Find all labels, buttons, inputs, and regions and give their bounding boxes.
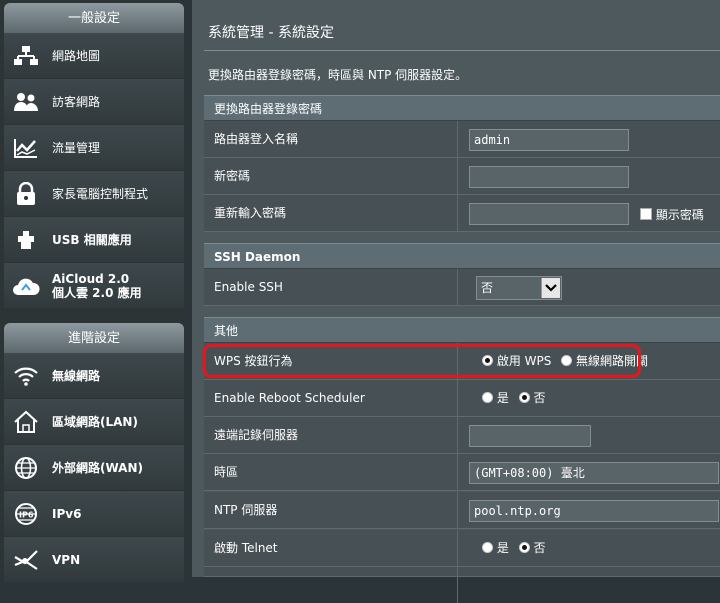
remote-log-label: 遠端記錄伺服器 (214, 428, 299, 442)
lan-icon (12, 409, 40, 435)
general-settings-header: 一般設定 (4, 3, 184, 33)
advanced-settings-header: 進階設定 (4, 323, 184, 353)
login-name-input[interactable]: admin (469, 129, 629, 151)
sidebar-item-wireless[interactable]: 無線網路 (4, 353, 184, 398)
sidebar: 一般設定 網路地圖 訪客網路 流量管理 家長電腦控制程式 USB 相關應用 Ai… (0, 0, 186, 582)
show-password-label: 顯示密碼 (655, 208, 704, 222)
vpn-icon (12, 547, 40, 573)
sidebar-item-label: VPN (52, 552, 81, 567)
row-partial (204, 567, 720, 603)
svg-text:IP6: IP6 (19, 510, 34, 519)
wan-icon (12, 455, 40, 481)
reboot-scheduler-label: Enable Reboot Scheduler (214, 391, 365, 405)
sidebar-item-aicloud[interactable]: AiCloud 2.0 個人雲 2.0 應用 (4, 263, 184, 308)
remote-log-input[interactable] (469, 425, 591, 447)
row-enable-ssh: Enable SSH 否 (204, 269, 720, 306)
parental-control-icon (12, 181, 40, 207)
sidebar-item-label: 流量管理 (52, 140, 101, 155)
sidebar-item-label: 區域網路(LAN) (52, 414, 138, 429)
sidebar-item-label: AiCloud 2.0 個人雲 2.0 應用 (52, 271, 142, 300)
row-ntp-server: NTP 伺服器 pool.ntp.org (204, 492, 720, 529)
chevron-down-icon[interactable] (541, 278, 560, 298)
enable-ssh-value: 否 (481, 281, 494, 295)
general-menu: 網路地圖 訪客網路 流量管理 家長電腦控制程式 USB 相關應用 AiCloud… (4, 33, 184, 309)
section-header-ssh: SSH Daemon (204, 243, 720, 269)
row-reboot-scheduler: Enable Reboot Scheduler 是 否 (204, 380, 720, 417)
enable-ssh-select[interactable]: 否 (476, 276, 562, 300)
enable-ssh-label: Enable SSH (214, 280, 283, 294)
new-password-input[interactable] (469, 166, 629, 188)
row-new-password: 新密碼 (204, 158, 720, 195)
sidebar-item-ipv6[interactable]: IP6 IPv6 (4, 491, 184, 536)
row-login-name: 路由器登入名稱 admin (204, 121, 720, 158)
section-header-misc: 其他 (204, 317, 720, 343)
reboot-scheduler-yes-radio[interactable] (482, 392, 493, 403)
ntp-server-input[interactable]: pool.ntp.org (469, 500, 719, 522)
ntp-server-label: NTP 伺服器 (214, 503, 278, 517)
new-password-label: 新密碼 (214, 169, 251, 183)
guest-network-icon (12, 89, 40, 115)
wireless-icon (12, 363, 40, 389)
sidebar-item-label: 訪客網路 (52, 94, 101, 109)
ipv6-icon: IP6 (12, 501, 40, 527)
network-map-icon (12, 43, 40, 69)
title-divider (204, 50, 720, 51)
sidebar-item-network-map[interactable]: 網路地圖 (4, 33, 184, 78)
sidebar-item-wan[interactable]: 外部網路(WAN) (4, 445, 184, 490)
reboot-scheduler-no-radio[interactable] (518, 392, 530, 403)
retype-password-label: 重新輸入密碼 (214, 206, 287, 220)
row-retype-password: 重新輸入密碼 顯示密碼 (204, 195, 720, 232)
sidebar-item-label: 外部網路(WAN) (52, 460, 143, 475)
traffic-manager-icon (12, 135, 40, 161)
page-description: 更換路由器登錄密碼，時區與 NTP 伺服器設定。 (208, 68, 468, 82)
retype-password-input[interactable] (469, 203, 629, 225)
wps-highlight-annotation (203, 344, 641, 378)
sidebar-item-traffic-manager[interactable]: 流量管理 (4, 125, 184, 170)
sidebar-item-label: USB 相關應用 (52, 232, 132, 247)
reboot-scheduler-options: 是 否 (482, 380, 546, 417)
telnet-label: 啟動 Telnet (214, 541, 278, 555)
usb-icon (12, 227, 40, 253)
section-header-password: 更換路由器登錄密碼 (204, 95, 720, 121)
sidebar-item-guest-network[interactable]: 訪客網路 (4, 79, 184, 124)
telnet-yes-label: 是 (496, 541, 509, 555)
telnet-options: 是 否 (482, 530, 546, 567)
main-panel: 系統管理 - 系統設定 更換路由器登錄密碼，時區與 NTP 伺服器設定。 更換路… (192, 0, 720, 603)
page-title: 系統管理 - 系統設定 (208, 25, 334, 41)
show-password-checkbox[interactable] (640, 208, 652, 220)
login-name-label: 路由器登入名稱 (214, 132, 299, 146)
sidebar-item-label: 網路地圖 (52, 48, 101, 63)
aicloud-icon (12, 273, 40, 299)
row-timezone: 時區 (GMT+08:00) 臺北 (204, 454, 720, 491)
timezone-select[interactable]: (GMT+08:00) 臺北 (469, 462, 719, 484)
reboot-scheduler-no-label: 否 (533, 391, 546, 405)
advanced-menu: 無線網路 區域網路(LAN) 外部網路(WAN) IP6 IPv6 VPN (4, 353, 184, 583)
sidebar-item-lan[interactable]: 區域網路(LAN) (4, 399, 184, 444)
reboot-scheduler-yes-label: 是 (496, 391, 509, 405)
show-password-toggle[interactable]: 顯示密碼 (640, 206, 704, 223)
telnet-yes-radio[interactable] (482, 542, 493, 553)
row-remote-log: 遠端記錄伺服器 (204, 417, 720, 454)
sidebar-item-label: IPv6 (52, 506, 82, 521)
telnet-no-label: 否 (533, 541, 546, 555)
telnet-no-radio[interactable] (518, 542, 530, 553)
timezone-label: 時區 (214, 465, 239, 479)
sidebar-item-usb[interactable]: USB 相關應用 (4, 217, 184, 262)
sidebar-item-vpn[interactable]: VPN (4, 537, 184, 582)
row-telnet: 啟動 Telnet 是 否 (204, 530, 720, 567)
sidebar-item-label: 家長電腦控制程式 (52, 186, 149, 201)
sidebar-item-label: 無線網路 (52, 368, 101, 383)
sidebar-item-parental-control[interactable]: 家長電腦控制程式 (4, 171, 184, 216)
